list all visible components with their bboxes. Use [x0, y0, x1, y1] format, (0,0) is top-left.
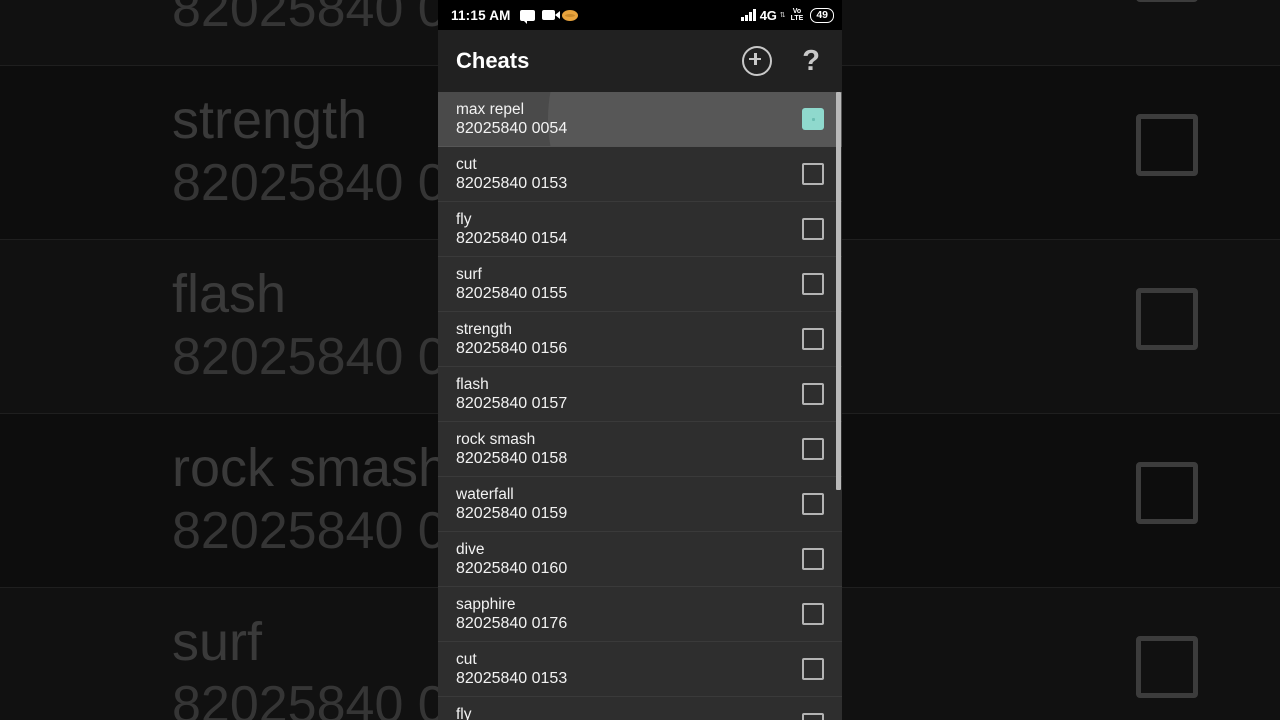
list-item-title: waterfall: [456, 485, 514, 503]
list-item-title: max repel: [456, 100, 525, 118]
list-item[interactable]: fly82025840 0154: [438, 202, 842, 257]
list-item[interactable]: dive 82025840 0160: [438, 532, 842, 587]
checkbox-unchecked[interactable]: [802, 383, 824, 405]
list-item-code: 82025840 0153: [456, 669, 568, 687]
list-item-title: rock smash: [456, 430, 536, 448]
screen-record-icon: [541, 10, 560, 20]
list-item-code: 82025840 0054: [456, 119, 568, 137]
list-item[interactable]: waterfall 82025840 0159: [438, 477, 842, 532]
checkbox-unchecked[interactable]: [802, 603, 824, 625]
data-arrows-icon: ⇅: [779, 11, 786, 19]
background-checkbox-icon: [1136, 636, 1198, 698]
checkbox-unchecked[interactable]: [802, 548, 824, 570]
list-item-text: rock smash 82025840 0158: [456, 430, 802, 469]
volte-line-1: Vo: [792, 8, 802, 15]
volte-line-2: LTE: [790, 15, 804, 22]
list-item-text: strength 82025840 0156: [456, 320, 802, 359]
list-item-code: 82025840 0176: [456, 614, 568, 632]
list-item[interactable]: cut 82025840 0153: [438, 642, 842, 697]
checkbox-checked[interactable]: [802, 108, 824, 130]
capsule-icon: [561, 9, 578, 21]
list-item[interactable]: cut 82025840 0153: [438, 147, 842, 202]
list-item-title: dive: [456, 540, 485, 558]
list-item-title: fly: [456, 210, 472, 228]
list-item-title: cut: [456, 650, 477, 668]
checkbox-unchecked[interactable]: [802, 713, 824, 720]
list-item-text: max repel 82025840 0054: [456, 100, 802, 139]
list-item-title: fly: [456, 705, 472, 720]
checkbox-unchecked[interactable]: [802, 218, 824, 240]
background-checkbox-icon: [1136, 114, 1198, 176]
cheat-list[interactable]: max repel 82025840 0054 cut 82025840 0153 fl…: [438, 92, 842, 720]
checkbox-unchecked[interactable]: [802, 658, 824, 680]
list-item[interactable]: surf 82025840 0155: [438, 257, 842, 312]
status-left-icons: [519, 9, 578, 24]
scrollbar-thumb[interactable]: [836, 92, 841, 490]
background-checkbox-icon: [1136, 462, 1198, 524]
list-item-text: flash 82025840 0157: [456, 375, 802, 414]
page-title: Cheats: [456, 48, 530, 73]
list-item-code: 82025840 0155: [456, 284, 568, 302]
list-item-text: cut 82025840 0153: [456, 155, 802, 194]
scrollbar-track[interactable]: [836, 92, 842, 720]
message-icon: [519, 9, 535, 24]
list-item[interactable]: rock smash 82025840 0158: [438, 422, 842, 477]
list-item-title: cut: [456, 155, 477, 173]
checkbox-unchecked[interactable]: [802, 163, 824, 185]
status-bar: 11:15 AM 4G ⇅ Vo LTE 49: [438, 0, 842, 30]
list-item-code: 82025840 0154: [456, 229, 568, 247]
battery-indicator: 49: [810, 7, 834, 23]
list-item-code: 82025840 0157: [456, 394, 568, 412]
list-item-code: 82025840 0156: [456, 339, 568, 357]
background-checkbox-icon: [1136, 288, 1198, 350]
list-item-text: sapphire 82025840 0176: [456, 595, 802, 634]
list-item-title: flash: [456, 375, 489, 393]
checkbox-unchecked[interactable]: [802, 438, 824, 460]
list-item[interactable]: max repel 82025840 0054: [438, 92, 842, 147]
list-item-title: strength: [456, 320, 513, 338]
add-circle-icon[interactable]: [742, 46, 773, 76]
list-item[interactable]: flash 82025840 0157: [438, 367, 842, 422]
background-checkbox-icon: [1136, 0, 1198, 2]
list-item-text: fly82025840 0154: [456, 705, 802, 720]
list-item-code: 82025840 0159: [456, 504, 568, 522]
list-item-code: 82025840 0158: [456, 449, 568, 467]
list-item-title: surf: [456, 265, 482, 283]
volte-badge: Vo LTE: [791, 8, 804, 22]
status-right-icons: 4G ⇅ Vo LTE 49: [741, 7, 834, 23]
list-item-text: dive 82025840 0160: [456, 540, 802, 579]
signal-bars-icon: [741, 9, 756, 21]
app-bar-actions: ?: [742, 46, 820, 76]
list-item[interactable]: sapphire 82025840 0176: [438, 587, 842, 642]
checkbox-unchecked[interactable]: [802, 273, 824, 295]
help-question-icon[interactable]: ?: [802, 47, 820, 76]
list-item-title: sapphire: [456, 595, 516, 613]
list-item-text: fly82025840 0154: [456, 210, 802, 249]
list-item[interactable]: fly82025840 0154: [438, 697, 842, 720]
phone-screen: 11:15 AM 4G ⇅ Vo LTE 49 Cheats ? max rep…: [438, 0, 842, 720]
list-item-text: waterfall 82025840 0159: [456, 485, 802, 524]
app-bar: Cheats ?: [438, 30, 842, 92]
checkbox-unchecked[interactable]: [802, 493, 824, 515]
checkbox-unchecked[interactable]: [802, 328, 824, 350]
list-item-code: 82025840 0153: [456, 174, 568, 192]
list-item-text: cut 82025840 0153: [456, 650, 802, 689]
list-item-text: surf 82025840 0155: [456, 265, 802, 304]
list-item[interactable]: strength 82025840 0156: [438, 312, 842, 367]
list-item-code: 82025840 0160: [456, 559, 568, 577]
network-label: 4G: [759, 7, 777, 23]
status-time: 11:15 AM: [451, 7, 511, 23]
